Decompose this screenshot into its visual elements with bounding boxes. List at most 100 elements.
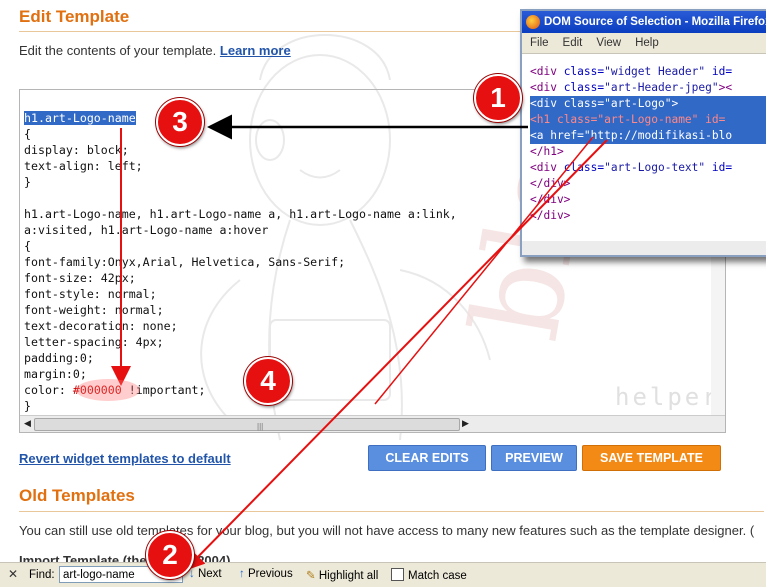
tag: <h1 <box>530 113 551 126</box>
code-line: text-align: left; <box>24 159 143 173</box>
color-value: #000000 <box>72 383 122 397</box>
attr: class= <box>556 81 605 94</box>
callout-1: 1 <box>474 74 522 122</box>
attr: class= <box>556 97 605 110</box>
value: "art-Logo-text" <box>604 161 706 174</box>
dom-line: <div class="widget Header" id= <box>530 65 732 78</box>
old-templates-divider <box>19 511 764 512</box>
tag: >< <box>718 81 733 94</box>
dom-window-titlebar[interactable]: DOM Source of Selection - Mozilla Firefo… <box>522 11 766 33</box>
arrow-up-icon: ↑ <box>239 568 245 580</box>
dom-line: </div> <box>530 177 571 190</box>
tag: <div <box>530 97 557 110</box>
scroll-right-icon[interactable]: ▶ <box>462 418 469 429</box>
attr: class= <box>556 65 605 78</box>
code-line-color: color: #000000 !important; <box>24 383 206 397</box>
highlighter-icon: ✎ <box>306 570 316 582</box>
dom-line-selected: <a href="http://modifikasi-blo <box>530 128 766 144</box>
find-previous-label: Previous <box>247 568 293 580</box>
code-line: letter-spacing: 4px; <box>24 335 164 349</box>
code-line: padding:0; <box>24 351 94 365</box>
scroll-left-icon[interactable]: ◀ <box>24 418 31 429</box>
code-line: font-size: 42px; <box>24 271 136 285</box>
callout-2: 2 <box>146 531 194 579</box>
menu-edit[interactable]: Edit <box>563 37 583 49</box>
menu-view[interactable]: View <box>596 37 621 49</box>
menu-help[interactable]: Help <box>635 37 659 49</box>
old-templates-title: Old Templates <box>19 486 135 505</box>
firefox-icon <box>526 15 540 29</box>
tag: > <box>671 97 679 110</box>
learn-more-link[interactable]: Learn more <box>220 43 291 58</box>
match-case-checkbox[interactable]: Match case <box>391 568 467 582</box>
page-description: Edit the contents of your template. Lear… <box>19 43 291 58</box>
attr: class= <box>550 113 598 126</box>
code-line: } <box>24 175 31 189</box>
value: "art-Logo" <box>604 97 672 110</box>
code-line: h1.art-Logo-name, h1.art-Logo-name a, h1… <box>24 207 457 221</box>
dom-window-scrollbar[interactable] <box>522 241 766 255</box>
find-bar: ✕ Find: ↓ Next ↑ Previous ✎ Highlight al… <box>0 562 766 587</box>
code-line: font-style: normal; <box>24 287 157 301</box>
code-line: font-family:Onyx,Arial, Helvetica, Sans-… <box>24 255 346 269</box>
dom-line-selected-h1: <h1 class="art-Logo-name" id= <box>530 112 766 128</box>
scrollbar-thumb[interactable]: ||| <box>34 418 460 431</box>
old-templates-description: You can still use old templates for your… <box>19 523 755 538</box>
dom-line: </div> <box>530 193 571 206</box>
arrow-down-icon: ↓ <box>189 568 195 580</box>
editor-horizontal-scrollbar[interactable]: ◀ ||| ▶ <box>20 415 725 432</box>
value: "http://modifikasi-blo <box>583 129 733 142</box>
find-previous-button[interactable]: ↑ Previous <box>239 568 293 580</box>
find-next-button[interactable]: ↓ Next <box>189 568 222 580</box>
code-line: text-decoration: none; <box>24 319 178 333</box>
close-icon[interactable]: ✕ <box>8 567 18 581</box>
clear-edits-button[interactable]: CLEAR EDITS <box>368 445 486 471</box>
save-template-button[interactable]: SAVE TEMPLATE <box>582 445 721 471</box>
tag: <div <box>530 65 557 78</box>
page-title: Edit Template <box>19 7 130 26</box>
code-line: { <box>24 127 31 141</box>
attr: class= <box>556 161 605 174</box>
callout-4: 4 <box>244 357 292 405</box>
code-line: display: block; <box>24 143 129 157</box>
grip-icon: ||| <box>257 422 264 431</box>
match-case-label: Match case <box>408 570 467 582</box>
selected-selector: h1.art-Logo-name <box>24 111 136 125</box>
page-description-text: Edit the contents of your template. <box>19 43 217 58</box>
code-line: { <box>24 239 31 253</box>
tag: <div <box>530 161 557 174</box>
tag: <div <box>530 81 557 94</box>
value: "widget Header" <box>604 65 706 78</box>
dom-source-code[interactable]: <div class="widget Header" id= <div clas… <box>522 64 766 224</box>
checkbox-icon <box>391 568 404 581</box>
callout-3: 3 <box>156 98 204 146</box>
highlight-all-button[interactable]: ✎ Highlight all <box>306 568 378 582</box>
dom-line: </div> <box>530 209 571 222</box>
code-text: !important; <box>121 383 206 397</box>
code-line: a:visited, h1.art-Logo-name a:hover <box>24 223 269 237</box>
dom-line: </h1> <box>530 145 564 158</box>
dom-line: <div class="art-Logo-text" id= <box>530 161 732 174</box>
highlight-all-label: Highlight all <box>318 570 379 582</box>
code-text: color: <box>24 383 73 397</box>
code-line: font-weight: normal; <box>24 303 164 317</box>
find-label: Find: <box>29 569 55 581</box>
dom-window-title: DOM Source of Selection - Mozilla Firefo… <box>544 16 766 28</box>
value: "art-Logo-name" <box>597 113 699 126</box>
dom-source-window[interactable]: DOM Source of Selection - Mozilla Firefo… <box>520 9 766 257</box>
tag: <a <box>530 129 544 142</box>
find-next-label: Next <box>197 568 222 580</box>
preview-button[interactable]: PREVIEW <box>491 445 577 471</box>
code-line: } <box>24 399 31 413</box>
dom-line-selected: <div class="art-Logo"> <box>530 96 766 112</box>
code-line: margin:0; <box>24 367 87 381</box>
revert-widget-templates-link[interactable]: Revert widget templates to default <box>19 451 231 466</box>
value: "art-Header-jpeg" <box>604 81 719 94</box>
menu-file[interactable]: File <box>530 37 549 49</box>
attr: href= <box>543 129 584 142</box>
attr: id= <box>705 65 733 78</box>
attr: id= <box>698 113 726 126</box>
attr: id= <box>705 161 733 174</box>
dom-window-menubar: File Edit View Help <box>522 33 766 54</box>
dom-line: <div class="art-Header-jpeg">< <box>530 81 732 94</box>
